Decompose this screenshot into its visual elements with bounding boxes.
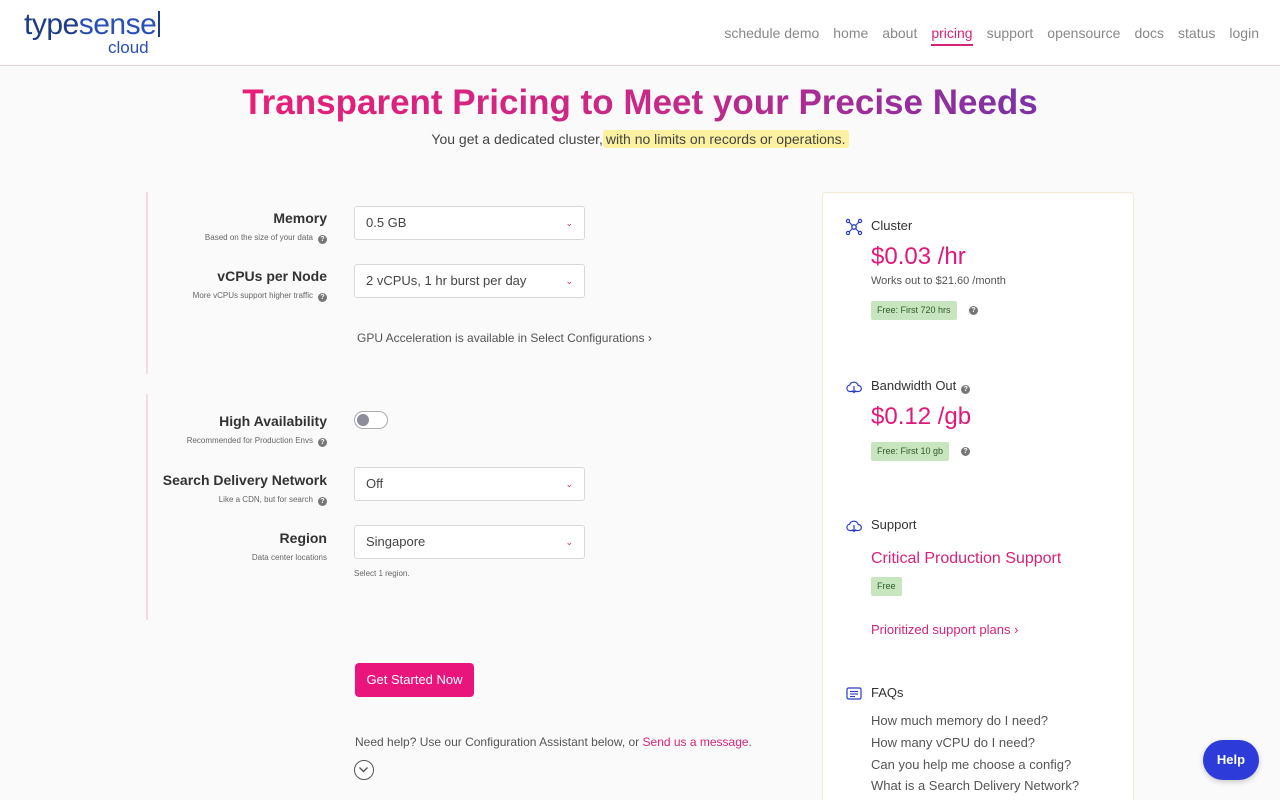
cloud-download-icon	[846, 381, 862, 394]
chevron-down-icon	[359, 767, 368, 773]
cluster-title: Cluster	[871, 218, 913, 233]
send-message-link[interactable]: Send us a message	[643, 735, 749, 749]
vcpu-select[interactable]: 2 vCPUs, 1 hr burst per day ⌄	[354, 264, 585, 298]
pricing-summary-card: Cluster $0.03 /hr Works out to $21.60 /m…	[822, 192, 1134, 800]
toggle-knob	[357, 414, 369, 426]
top-header: typesense cloud schedule demo home about…	[0, 0, 1280, 66]
bandwidth-price: $0.12 /gb	[871, 403, 972, 430]
page-title: Transparent Pricing to Meet your Precise…	[242, 83, 1038, 122]
gpu-acceleration-link[interactable]: GPU Acceleration is available in Select …	[357, 331, 652, 345]
faq-link[interactable]: What is a Search Delivery Network?	[871, 776, 1079, 796]
nav-opensource[interactable]: opensource	[1047, 24, 1120, 46]
vcpu-label: vCPUs per Node More vCPUs support higher…	[192, 268, 327, 302]
main-nav: schedule demo home about pricing support…	[724, 24, 1259, 46]
bandwidth-free-badge: Free: First 10 gb	[871, 442, 950, 461]
help-icon[interactable]: ?	[318, 497, 327, 506]
region-select[interactable]: Singapore ⌄	[354, 525, 585, 559]
nav-support[interactable]: support	[987, 24, 1034, 46]
nav-schedule-demo[interactable]: schedule demo	[724, 24, 819, 46]
cluster-icon	[845, 218, 863, 236]
chevron-down-icon: ⌄	[565, 218, 573, 228]
nav-docs[interactable]: docs	[1134, 24, 1164, 46]
cluster-free-badge: Free: First 720 hrs	[871, 301, 957, 320]
cluster-monthly: Works out to $21.60 /month	[871, 275, 1006, 287]
region-label: Region Data center locations	[251, 530, 327, 562]
memory-select[interactable]: 0.5 GB ⌄	[354, 206, 585, 240]
cloud-download-icon	[846, 520, 862, 533]
support-plans-link[interactable]: Prioritized support plans ›	[871, 622, 1018, 637]
get-started-button[interactable]: Get Started Now	[355, 663, 474, 697]
nav-login[interactable]: login	[1229, 24, 1259, 46]
support-free-badge: Free	[871, 577, 902, 596]
faq-link[interactable]: How many vCPU do I need?	[871, 733, 1035, 753]
support-title: Support	[871, 517, 917, 532]
help-icon[interactable]: ?	[961, 385, 971, 394]
memory-label: Memory Based on the size of your data?	[204, 210, 327, 244]
help-icon[interactable]: ?	[961, 447, 970, 456]
help-icon[interactable]: ?	[318, 293, 327, 302]
region-note: Select 1 region.	[354, 569, 410, 578]
support-plan: Critical Production Support	[871, 550, 1062, 567]
nav-pricing[interactable]: pricing	[931, 24, 973, 46]
chevron-down-icon: ⌄	[565, 276, 573, 286]
typesense-logo[interactable]: typesense cloud	[24, 8, 164, 58]
high-availability-toggle[interactable]	[354, 411, 388, 429]
nav-home[interactable]: home	[833, 24, 868, 46]
faq-link[interactable]: How much memory do I need?	[871, 711, 1048, 731]
scroll-down-button[interactable]	[354, 760, 374, 780]
faqs-title: FAQs	[871, 685, 904, 700]
chevron-down-icon: ⌄	[565, 537, 573, 547]
faq-icon	[846, 687, 862, 700]
sdn-label: Search Delivery Network Like a CDN, but …	[162, 472, 327, 506]
help-icon[interactable]: ?	[318, 235, 327, 244]
nav-status[interactable]: status	[1178, 24, 1215, 46]
help-icon[interactable]: ?	[969, 306, 978, 315]
sdn-select[interactable]: Off ⌄	[354, 467, 585, 501]
bandwidth-title: Bandwidth Out?	[871, 378, 971, 394]
cluster-price: $0.03 /hr	[871, 243, 966, 270]
chevron-down-icon: ⌄	[565, 479, 573, 489]
help-chat-button[interactable]: Help	[1203, 740, 1259, 780]
help-text: Need help? Use our Configuration Assista…	[355, 735, 752, 749]
faq-link[interactable]: Can you help me choose a config?	[871, 755, 1071, 775]
nav-about[interactable]: about	[882, 24, 917, 46]
high-availability-label: High Availability Recommended for Produc…	[186, 413, 327, 447]
page-subtitle: You get a dedicated cluster, with no limi…	[0, 128, 1280, 150]
help-icon[interactable]: ?	[318, 438, 327, 447]
